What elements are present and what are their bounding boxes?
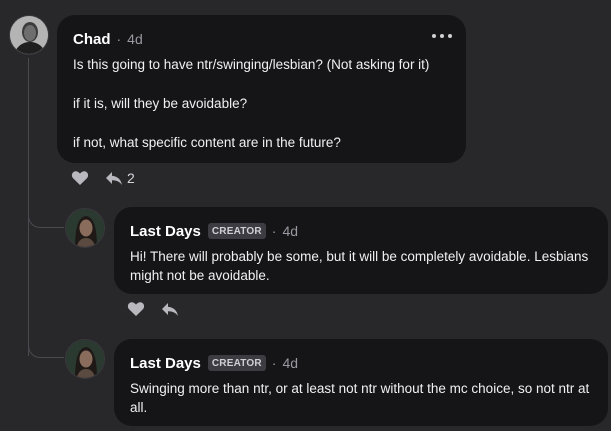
meta-separator: · bbox=[271, 223, 277, 239]
avatar[interactable] bbox=[65, 339, 105, 379]
comment-header: Chad · 4d bbox=[73, 29, 450, 49]
reply-body: Hi! There will probably be some, but it … bbox=[130, 249, 589, 283]
thread-connector bbox=[28, 330, 64, 358]
reply-icon bbox=[162, 302, 178, 316]
avatar[interactable] bbox=[65, 208, 105, 248]
avatar-image-chad bbox=[10, 16, 48, 54]
comment-author[interactable]: Chad bbox=[73, 31, 111, 48]
dot bbox=[432, 34, 436, 38]
creator-badge: CREATOR bbox=[207, 223, 266, 239]
reply-timestamp[interactable]: 4d bbox=[282, 223, 298, 239]
comment-line: if not, what specific content are in the… bbox=[73, 135, 341, 150]
heart-icon bbox=[127, 302, 145, 316]
reply-bubble: Last Days CREATOR · 4d Hi! There will pr… bbox=[114, 207, 608, 294]
comment-actions: 2 bbox=[71, 170, 135, 186]
reply-timestamp[interactable]: 4d bbox=[282, 355, 298, 371]
comment-line: if it is, will they be avoidable? bbox=[73, 96, 248, 111]
reply-count: 2 bbox=[127, 170, 135, 186]
reply-header: Last Days CREATOR · 4d bbox=[130, 221, 592, 241]
dot bbox=[448, 34, 452, 38]
reply-author[interactable]: Last Days bbox=[130, 223, 201, 240]
like-button[interactable] bbox=[127, 301, 145, 317]
reply-bubble: Last Days CREATOR · 4d Swinging more tha… bbox=[114, 339, 608, 426]
like-button[interactable] bbox=[71, 170, 89, 186]
creator-badge: CREATOR bbox=[207, 355, 266, 371]
avatar-image-last-days bbox=[66, 209, 104, 247]
avatar[interactable] bbox=[9, 15, 49, 55]
heart-icon bbox=[71, 171, 89, 185]
more-options-icon[interactable] bbox=[432, 31, 452, 41]
meta-separator: · bbox=[116, 31, 122, 47]
reply-icon bbox=[106, 171, 122, 185]
meta-separator: · bbox=[271, 355, 277, 371]
avatar-image-last-days bbox=[66, 340, 104, 378]
comment-timestamp[interactable]: 4d bbox=[127, 31, 143, 47]
reply-button[interactable] bbox=[161, 302, 179, 317]
comment-bubble: Chad · 4d Is this going to have ntr/swin… bbox=[57, 15, 466, 163]
comment-line: Is this going to have ntr/swinging/lesbi… bbox=[73, 57, 430, 72]
comments-section: Chad · 4d Is this going to have ntr/swin… bbox=[0, 0, 611, 431]
reply-body: Swinging more than ntr, or at least not … bbox=[130, 381, 590, 415]
reply-actions bbox=[127, 301, 179, 317]
comment-body: Is this going to have ntr/swinging/lesbi… bbox=[73, 55, 450, 152]
reply-header: Last Days CREATOR · 4d bbox=[130, 353, 592, 373]
dot bbox=[440, 34, 444, 38]
reply-author[interactable]: Last Days bbox=[130, 355, 201, 372]
reply-button[interactable]: 2 bbox=[105, 170, 135, 186]
thread-connector bbox=[28, 200, 64, 228]
